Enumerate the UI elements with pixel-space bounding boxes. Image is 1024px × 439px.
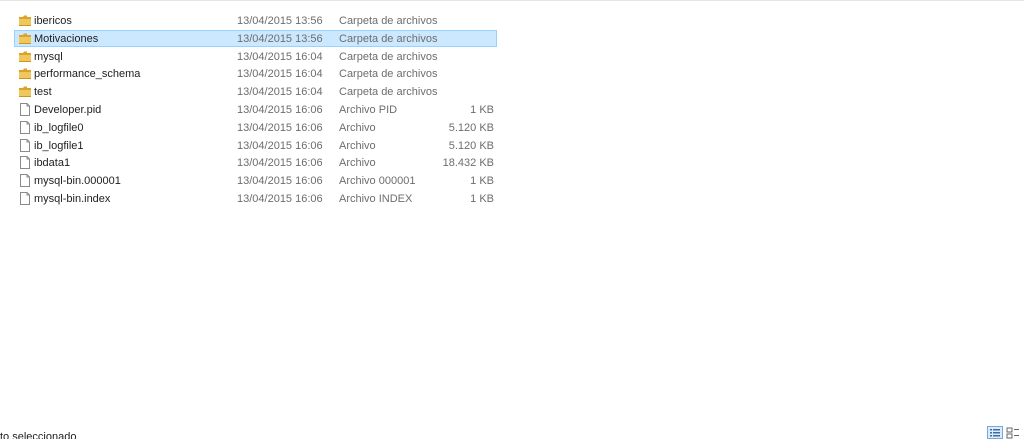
file-name: ibdata1 xyxy=(34,157,71,170)
file-date-modified: 13/04/2015 13:56 xyxy=(237,32,323,45)
file-name: mysql-bin.000001 xyxy=(34,175,121,188)
file-size: 5.120 KB xyxy=(448,121,494,134)
file-type: Archivo 000001 xyxy=(339,175,416,188)
file-icon xyxy=(18,138,32,153)
file-size: 5.120 KB xyxy=(448,139,494,152)
file-row[interactable]: mysql-bin.000001 13/04/2015 16:06 Archivo … xyxy=(14,172,497,189)
file-date-modified: 13/04/2015 16:06 xyxy=(237,175,323,188)
file-icon xyxy=(18,155,32,170)
file-size: 1 KB xyxy=(470,175,494,188)
file-row[interactable]: ibericos 13/04/2015 13:56 Carpeta de archi… xyxy=(14,12,497,29)
details-view-icon xyxy=(990,429,1000,437)
file-name: mysql-bin.index xyxy=(34,193,111,205)
file-type: Archivo xyxy=(339,139,376,152)
large-icons-view-icon xyxy=(1006,427,1019,439)
file-date-modified: 13/04/2015 16:04 xyxy=(237,68,323,81)
file-type: Archivo xyxy=(339,121,376,134)
file-name: Motivaciones xyxy=(34,32,99,45)
file-name: test xyxy=(34,86,52,99)
folder-icon xyxy=(18,13,32,28)
file-name: mysql xyxy=(34,50,63,63)
file-name: ib_logfile1 xyxy=(34,139,84,152)
folder-icon xyxy=(18,84,32,99)
file-icon xyxy=(18,102,32,117)
details-view-button[interactable] xyxy=(987,426,1003,439)
file-row[interactable]: test 13/04/2015 16:04 Carpeta de archivos xyxy=(14,83,497,100)
file-name: ib_logfile0 xyxy=(34,121,84,134)
status-bar: to seleccionado xyxy=(0,423,1024,439)
file-row[interactable]: mysql-bin.index 13/04/2015 16:06 Archivo I… xyxy=(14,190,497,207)
folder-icon xyxy=(18,49,32,64)
file-type: Carpeta de archivos xyxy=(339,32,438,45)
status-text: to seleccionado xyxy=(0,431,77,439)
file-date-modified: 13/04/2015 16:06 xyxy=(237,104,323,116)
file-row[interactable]: mysql 13/04/2015 16:04 Carpeta de archivos xyxy=(14,48,497,65)
file-explorer-window: ibericos 13/04/2015 13:56 Carpeta de archi… xyxy=(0,0,1024,439)
file-name: Developer.pid xyxy=(34,104,102,116)
file-row[interactable]: ib_logfile1 13/04/2015 16:06 Archivo 5.120 … xyxy=(14,137,497,154)
file-size: 1 KB xyxy=(470,104,494,116)
file-name: ibericos xyxy=(34,15,72,27)
file-row[interactable]: ib_logfile0 13/04/2015 16:06 Archivo 5.120 … xyxy=(14,119,497,136)
file-type: Archivo INDEX xyxy=(339,193,413,205)
file-type: Archivo xyxy=(339,157,376,170)
file-date-modified: 13/04/2015 16:06 xyxy=(237,139,323,152)
file-row[interactable]: Motivaciones 13/04/2015 13:56 Carpeta de a… xyxy=(14,29,497,47)
folder-icon xyxy=(18,66,32,81)
file-row[interactable]: Developer.pid 13/04/2015 16:06 Archivo PID… xyxy=(14,101,497,118)
file-size: 18.432 KB xyxy=(442,157,494,170)
file-date-modified: 13/04/2015 16:04 xyxy=(237,86,323,99)
file-list[interactable]: ibericos 13/04/2015 13:56 Carpeta de archi… xyxy=(0,0,1024,421)
file-type: Carpeta de archivos xyxy=(339,15,438,27)
file-type: Carpeta de archivos xyxy=(339,50,438,63)
file-icon xyxy=(18,173,32,188)
file-date-modified: 13/04/2015 13:56 xyxy=(237,15,323,27)
file-date-modified: 13/04/2015 16:04 xyxy=(237,50,323,63)
file-date-modified: 13/04/2015 16:06 xyxy=(237,157,323,170)
file-name: performance_schema xyxy=(34,68,141,81)
file-type: Carpeta de archivos xyxy=(339,86,438,99)
file-type: Archivo PID xyxy=(339,104,398,116)
large-icons-view-button[interactable] xyxy=(1005,426,1021,439)
folder-icon xyxy=(18,31,32,46)
file-date-modified: 13/04/2015 16:06 xyxy=(237,121,323,134)
file-type: Carpeta de archivos xyxy=(339,68,438,81)
file-row[interactable]: performance_schema 13/04/2015 16:04 Carpet… xyxy=(14,65,497,82)
file-date-modified: 13/04/2015 16:06 xyxy=(237,193,323,205)
file-icon xyxy=(18,120,32,135)
file-size: 1 KB xyxy=(470,193,494,205)
file-row[interactable]: ibdata1 13/04/2015 16:06 Archivo 18.432 KB xyxy=(14,154,497,171)
file-icon xyxy=(18,191,32,206)
